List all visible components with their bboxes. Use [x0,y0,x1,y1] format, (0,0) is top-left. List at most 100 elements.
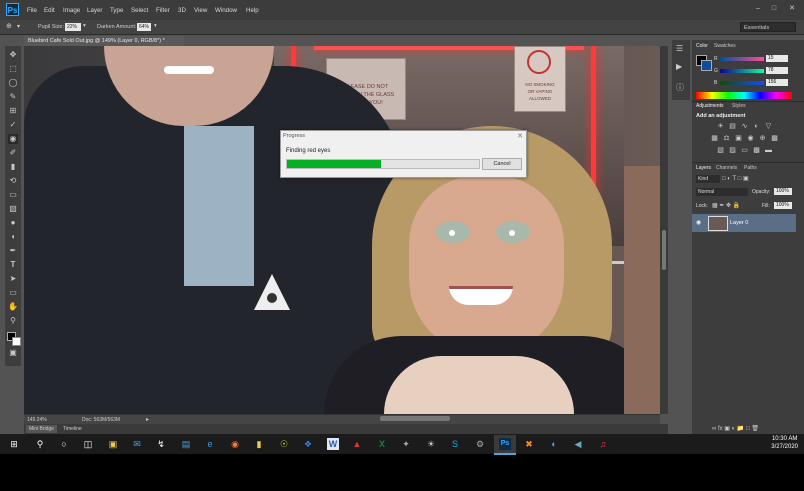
levels-icon[interactable]: ▤ [728,123,737,130]
excel-icon[interactable]: X [376,438,388,450]
gradient-tool-icon[interactable]: ▧ [8,204,18,214]
selective-color-icon[interactable]: ▩ [752,147,761,154]
blend-mode-select[interactable]: Normal [696,188,748,196]
red-eye-tool-icon[interactable]: ⊕ [6,22,12,30]
task-view-icon[interactable]: ◫ [82,438,94,450]
g-value-field[interactable]: 78 [766,67,788,74]
type-tool-icon[interactable]: T [8,260,18,270]
tool-preset-arrow-icon[interactable]: ▾ [17,23,20,30]
visibility-eye-icon[interactable]: ◉ [696,219,701,226]
app-icon-5[interactable]: ◐ [548,438,560,450]
mail-icon[interactable]: ✉ [131,438,143,450]
tab-color[interactable]: Color [696,43,708,49]
layer-row[interactable]: ◉ Layer 0 [692,214,796,232]
color-balance-icon[interactable]: ⚖ [722,135,731,142]
status-menu-arrow-icon[interactable]: ▸ [146,416,149,423]
r-slider[interactable] [720,57,764,61]
pupil-size-field[interactable]: 22% [65,23,81,31]
brush-tool-icon[interactable]: ✐ [8,148,18,158]
firefox-icon[interactable]: ◉ [229,438,241,450]
sticky-notes-icon[interactable]: ▮ [253,438,265,450]
word-icon[interactable]: W [327,438,339,450]
menu-window[interactable]: Window [215,7,237,14]
quick-select-tool-icon[interactable]: ✎ [8,92,18,102]
eyedropper-tool-icon[interactable]: ✓ [8,120,18,130]
menu-edit[interactable]: Edit [44,7,55,14]
eraser-tool-icon[interactable]: ▭ [8,190,18,200]
dodge-tool-icon[interactable]: ◖ [8,232,18,242]
horizontal-scroll-thumb[interactable] [380,416,450,421]
filter-icons-icon[interactable]: □ ◐ T □ ▣ [722,175,749,182]
darken-amount-field[interactable]: 64% [137,23,151,31]
color-ramp[interactable] [696,92,792,99]
black-white-icon[interactable]: ▣ [734,135,743,142]
b-value-field[interactable]: 156 [766,79,788,86]
app-icon-1[interactable]: ✦ [400,438,412,450]
system-clock[interactable]: 10:30 AM 3/27/2020 [771,435,798,451]
chrome-icon[interactable]: ☉ [278,438,290,450]
acrobat-icon[interactable]: ▲ [351,438,363,450]
marquee-tool-icon[interactable]: ⬚ [8,64,18,74]
photo-filter-icon[interactable]: ◉ [746,135,755,142]
dropbox-icon[interactable]: ❖ [302,438,314,450]
threshold-icon[interactable]: ▭ [740,147,749,154]
maximize-icon[interactable]: □ [768,4,780,14]
app-icon-3[interactable]: ⚙ [474,438,486,450]
tab-mini-bridge[interactable]: Mini Bridge [26,425,58,433]
opacity-field[interactable]: 100% [774,188,792,195]
menu-layer[interactable]: Layer [87,7,102,14]
workspace-switcher[interactable]: Essentials [740,22,796,32]
shape-tool-icon[interactable]: ▭ [8,288,18,298]
edge-browser-icon[interactable]: e [204,438,216,450]
quick-mask-icon[interactable]: ▣ [8,348,18,358]
menu-help[interactable]: Help [246,7,259,14]
tab-layers[interactable]: Layers [696,165,711,171]
path-select-tool-icon[interactable]: ➤ [8,274,18,284]
menu-image[interactable]: Image [63,7,80,14]
info-panel-icon[interactable]: ⓘ [676,82,684,93]
g-slider[interactable] [720,69,764,73]
fill-field[interactable]: 100% [774,202,792,209]
history-brush-tool-icon[interactable]: ⟲ [8,176,18,186]
gradient-map-icon[interactable]: ▬ [764,147,773,154]
menu-filter[interactable]: Filter [156,7,170,14]
zoom-level[interactable]: 149.24% [27,417,47,423]
brightness-icon[interactable]: ☀ [716,123,725,130]
search-icon[interactable]: ⚲ [34,438,46,450]
exposure-icon[interactable]: ◐ [752,123,761,130]
app-icon-4[interactable]: ✖ [523,438,535,450]
itunes-icon[interactable]: ♫ [597,438,609,450]
b-slider[interactable] [720,81,764,85]
close-icon[interactable]: ✕ [786,4,798,14]
tab-paths[interactable]: Paths [744,165,757,171]
pupil-size-dropdown-icon[interactable]: ▾ [83,23,86,29]
hand-tool-icon[interactable]: ✋ [8,302,18,312]
red-eye-tool-icon-active[interactable]: ◉ [8,134,18,144]
lasso-tool-icon[interactable]: ◯ [8,78,18,88]
blur-tool-icon[interactable]: ● [8,218,18,228]
menu-type[interactable]: Type [110,7,123,14]
layer-actions-icons-icon[interactable]: ∞ fx ▣ ◐ 📁 □ 🗑 [712,425,759,432]
zoom-tool-icon[interactable]: ⚲ [8,316,18,326]
menu-select[interactable]: Select [131,7,148,14]
lock-icons-icon[interactable]: ▦ ✒ ✥ 🔒 [712,202,740,209]
document-tab[interactable]: Bluebird Cafe Sold Out.jpg @ 149% (Layer… [24,36,184,46]
pen-tool-icon[interactable]: ✒ [8,246,18,256]
app-icon-2[interactable]: ☀ [425,438,437,450]
vertical-scroll-thumb[interactable] [662,230,666,270]
channel-mixer-icon[interactable]: ⊕ [758,135,767,142]
tab-swatches[interactable]: Swatches [714,43,736,49]
lightning-app-icon[interactable]: ↯ [155,438,167,450]
dialog-close-icon[interactable]: ✕ [517,132,523,140]
windows-start-icon[interactable]: ⊞ [8,438,20,450]
tab-adjustments[interactable]: Adjustments [696,103,724,109]
tab-timeline[interactable]: Timeline [60,425,85,433]
history-panel-icon[interactable]: ☰ [676,44,683,53]
r-value-field[interactable]: 15 [766,55,788,62]
layer-name[interactable]: Layer 0 [730,220,748,226]
layer-filter-kind[interactable]: Kind [696,175,720,183]
crop-tool-icon[interactable]: ⊞ [8,106,18,116]
tab-styles[interactable]: Styles [732,103,746,109]
posterize-icon[interactable]: ▨ [728,147,737,154]
stamp-tool-icon[interactable]: ▮ [8,162,18,172]
